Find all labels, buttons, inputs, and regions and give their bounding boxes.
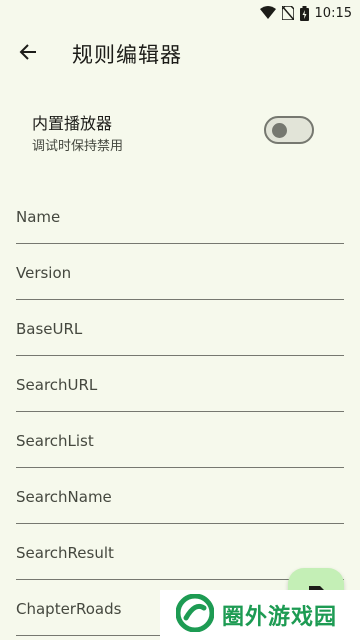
wifi-icon bbox=[259, 6, 276, 20]
watermark-text: 圈外游戏园 bbox=[222, 605, 338, 630]
setting-subtitle: 调试时保持禁用 bbox=[32, 139, 124, 154]
watermark-logo-icon bbox=[175, 593, 215, 636]
battery-icon bbox=[299, 5, 309, 21]
searchlist-field[interactable]: SearchList bbox=[16, 412, 344, 468]
back-button[interactable] bbox=[0, 26, 56, 82]
field-label: Version bbox=[16, 264, 72, 282]
setting-title: 内置播放器 bbox=[32, 114, 113, 133]
toggle-knob bbox=[272, 123, 287, 138]
arrow-back-icon bbox=[19, 43, 37, 65]
status-bar: 10:15 bbox=[0, 0, 360, 26]
field-label: SearchName bbox=[16, 488, 112, 506]
top-app-bar: 规则编辑器 bbox=[0, 26, 360, 82]
field-label: ChapterRoads bbox=[16, 600, 122, 618]
field-label: Name bbox=[16, 208, 61, 226]
field-label: SearchResult bbox=[16, 544, 114, 562]
field-label: BaseURL bbox=[16, 320, 83, 338]
builtin-player-setting[interactable]: 内置播放器 调试时保持禁用 bbox=[0, 104, 360, 160]
builtin-player-toggle[interactable] bbox=[264, 116, 314, 144]
searchname-field[interactable]: SearchName bbox=[16, 468, 344, 524]
no-sim-icon bbox=[281, 6, 294, 20]
page-title: 规则编辑器 bbox=[72, 43, 182, 67]
searchurl-field[interactable]: SearchURL bbox=[16, 356, 344, 412]
clock-time: 10:15 bbox=[314, 5, 352, 21]
name-field[interactable]: Name bbox=[16, 188, 344, 244]
field-label: SearchList bbox=[16, 432, 94, 450]
version-field[interactable]: Version bbox=[16, 244, 344, 300]
baseurl-field[interactable]: BaseURL bbox=[16, 300, 344, 356]
field-label: SearchURL bbox=[16, 376, 98, 394]
watermark: 圈外游戏园 bbox=[160, 590, 360, 640]
